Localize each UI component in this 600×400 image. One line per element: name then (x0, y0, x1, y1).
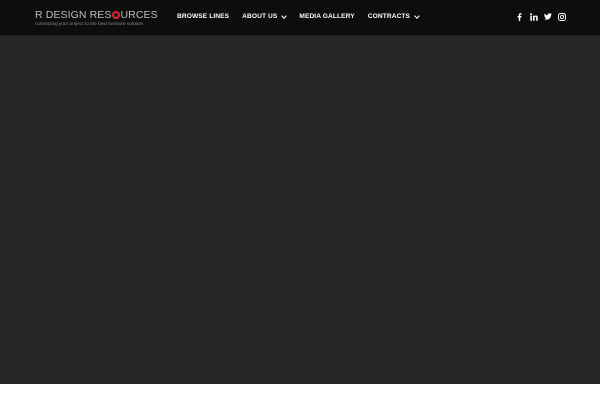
facebook-icon[interactable] (515, 12, 524, 21)
logo-o-mark-icon (111, 11, 120, 19)
chevron-down-icon (414, 12, 420, 19)
nav-item-label: MEDIA GALLERY (299, 13, 355, 20)
nav-item-media-gallery[interactable]: MEDIA GALLERY (299, 13, 354, 20)
page: R DESIGN RES URCES connecting your projec… (0, 0, 600, 400)
hero-section (0, 36, 600, 384)
chevron-down-icon (281, 12, 288, 19)
logo-wordmark: R DESIGN RES URCES (35, 9, 158, 21)
nav-item-label: ABOUT US (242, 13, 278, 20)
page-below-fold (0, 384, 600, 400)
site-header: R DESIGN RES URCES connecting your projec… (0, 0, 600, 36)
nav-item-about-us[interactable]: ABOUT US (242, 12, 288, 20)
twitter-icon[interactable] (543, 12, 552, 21)
main-nav: BROWSE LINES ABOUT US MEDIA GALLERY CONT… (177, 0, 420, 36)
instagram-icon[interactable] (557, 12, 566, 21)
nav-item-label: BROWSE LINES (177, 13, 230, 20)
linkedin-icon[interactable] (529, 12, 538, 21)
logo-text-part1: R DESIGN RES (35, 9, 112, 21)
site-logo[interactable]: R DESIGN RES URCES connecting your projec… (35, 9, 158, 27)
logo-text-part2: URCES (120, 9, 158, 21)
nav-item-browse-lines[interactable]: BROWSE LINES (177, 13, 229, 20)
nav-item-contracts[interactable]: CONTRACTS (367, 12, 420, 20)
logo-tagline: connecting your project to the best furn… (35, 21, 144, 26)
nav-item-label: CONTRACTS (367, 13, 411, 20)
social-links (515, 12, 571, 21)
